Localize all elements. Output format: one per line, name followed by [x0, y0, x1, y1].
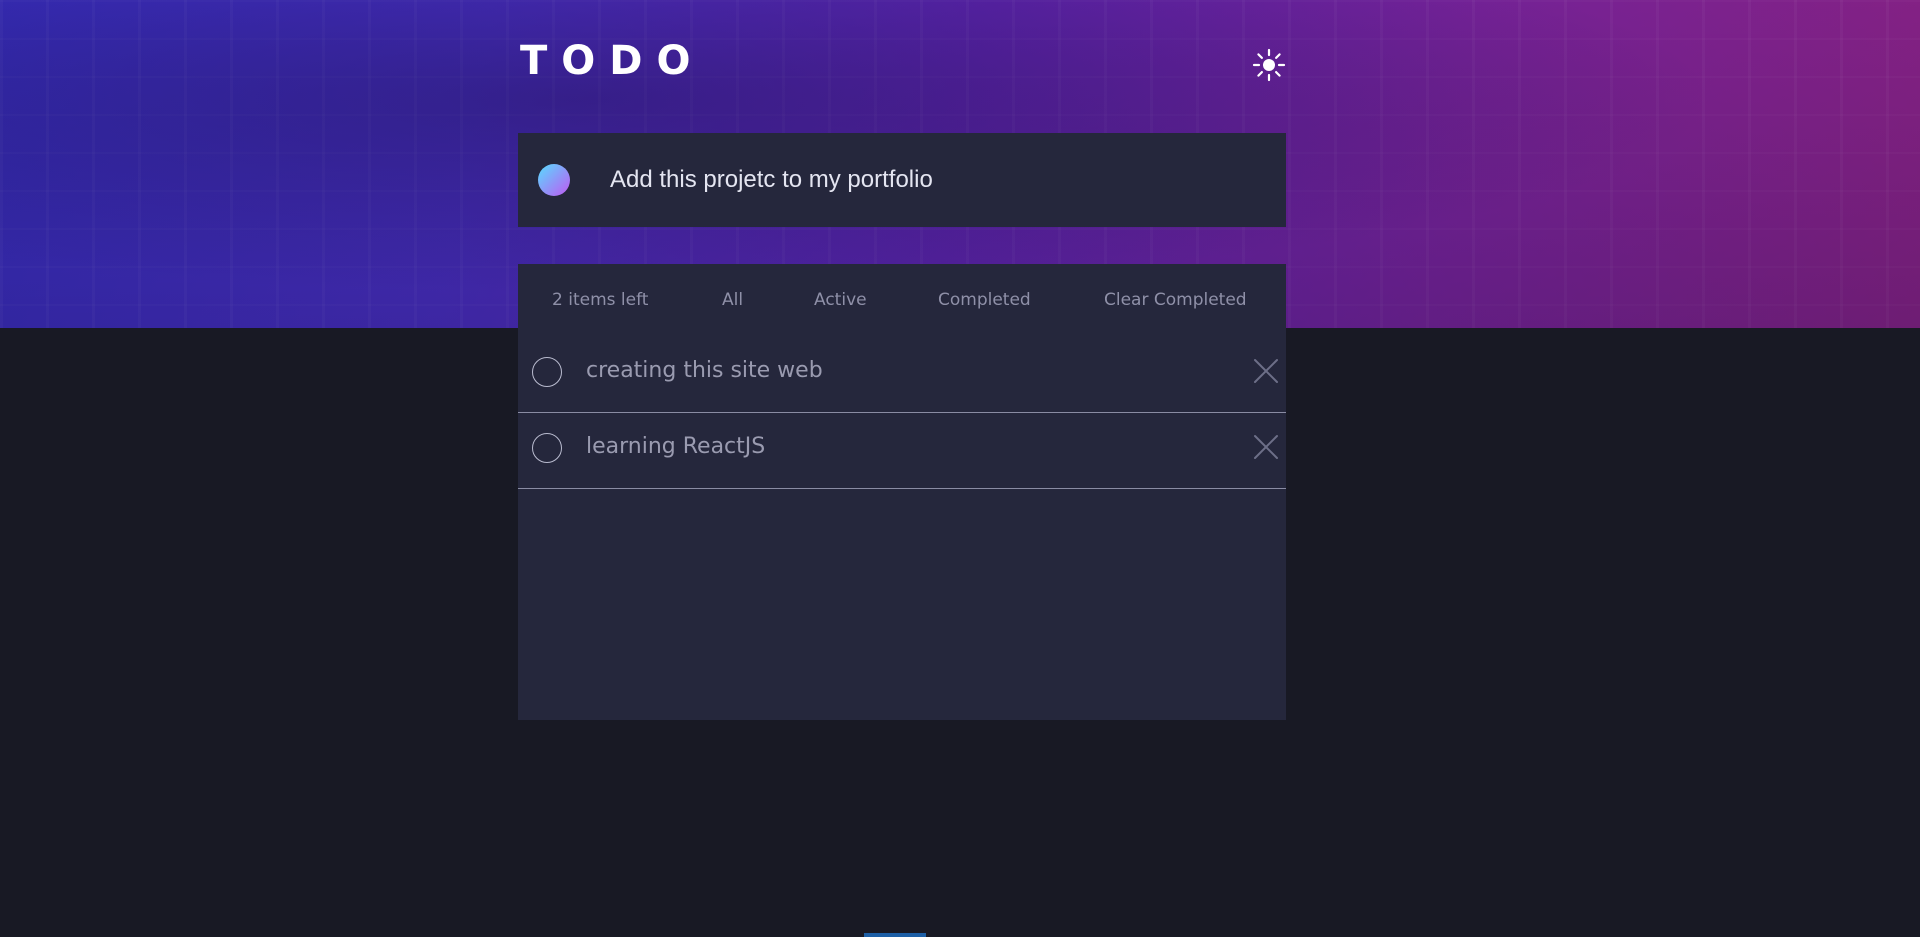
bottom-edge-indicator	[864, 933, 926, 937]
close-icon	[1254, 359, 1278, 383]
items-left-count: 2 items left	[552, 290, 649, 310]
filter-active-button[interactable]: Active	[814, 290, 867, 310]
new-todo-input[interactable]	[610, 155, 1250, 205]
todo-item: learning ReactJS	[518, 414, 1286, 489]
new-todo-form	[518, 133, 1286, 227]
filter-bar: 2 items left All Active Completed Clear …	[518, 264, 1286, 338]
todo-item: creating this site web	[518, 338, 1286, 413]
filter-completed-button[interactable]: Completed	[938, 290, 1031, 310]
filter-all-button[interactable]: All	[722, 290, 743, 310]
todo-text: creating this site web	[586, 358, 823, 383]
app-header: TODO	[518, 38, 1286, 88]
app-title: TODO	[520, 38, 705, 84]
theme-toggle-button[interactable]	[1252, 48, 1286, 82]
todo-check-circle[interactable]	[532, 357, 562, 387]
delete-todo-button[interactable]	[1250, 431, 1282, 463]
todo-text: learning ReactJS	[586, 434, 766, 459]
clear-completed-button[interactable]: Clear Completed	[1104, 290, 1247, 310]
close-icon	[1254, 435, 1278, 459]
sun-icon	[1252, 48, 1286, 82]
todo-list-panel: 2 items left All Active Completed Clear …	[518, 264, 1286, 720]
new-todo-gradient-circle-icon[interactable]	[538, 164, 570, 196]
delete-todo-button[interactable]	[1250, 355, 1282, 387]
todo-check-circle[interactable]	[532, 433, 562, 463]
